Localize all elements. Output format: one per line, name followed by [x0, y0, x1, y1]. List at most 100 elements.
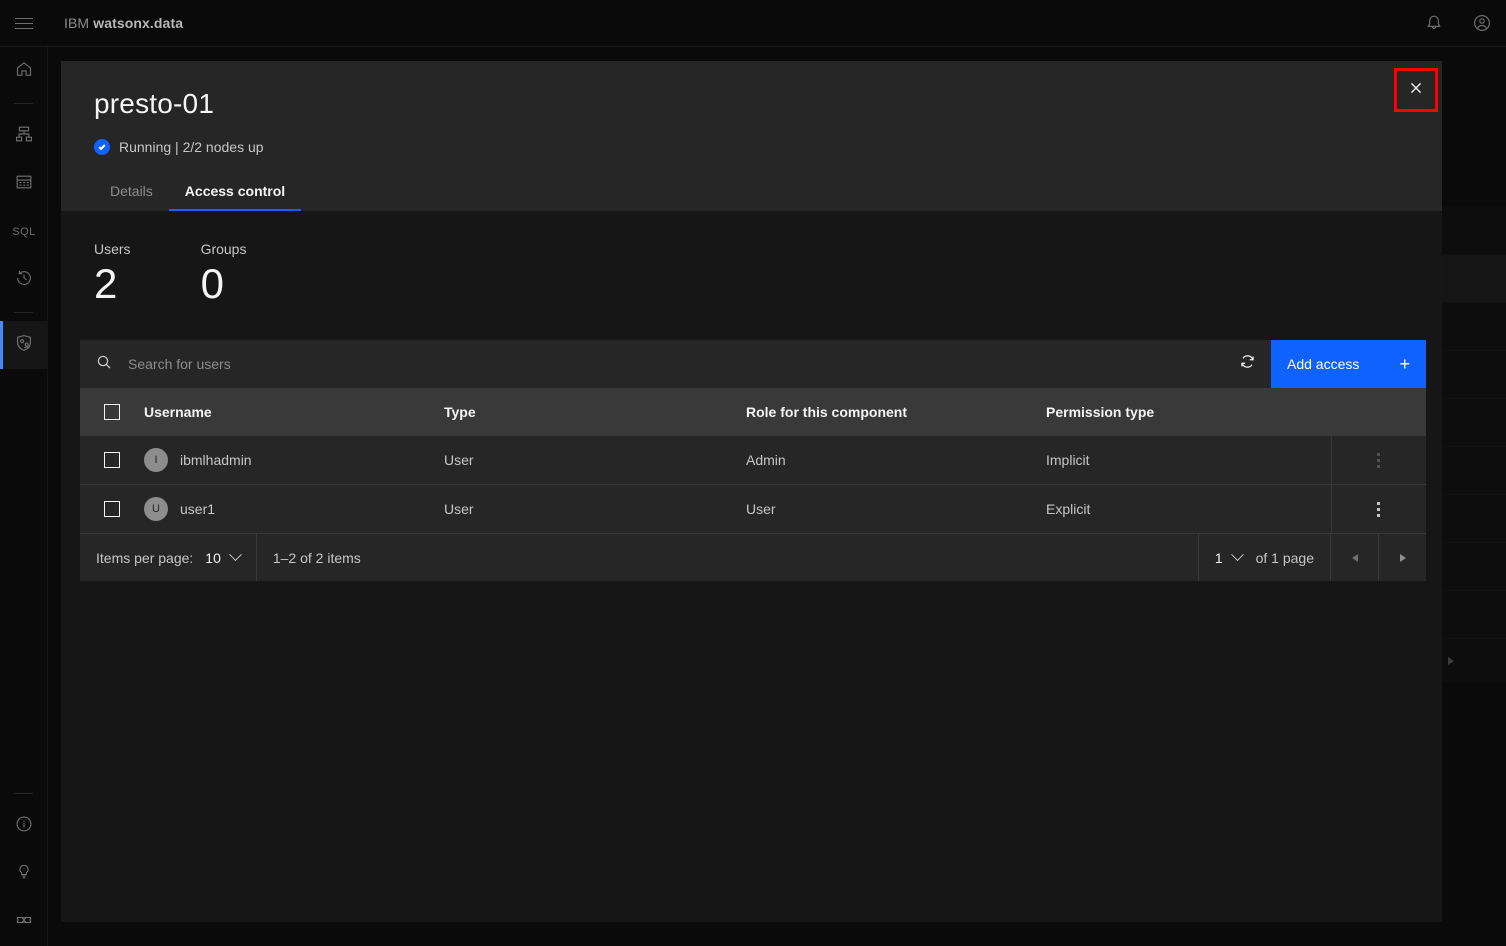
- infrastructure-icon: [14, 124, 34, 149]
- bell-icon[interactable]: [1410, 0, 1458, 47]
- sql-icon: SQL: [12, 226, 36, 238]
- previous-page-button[interactable]: [1330, 534, 1378, 581]
- cell-actions: [1330, 436, 1427, 485]
- overflow-menu-icon: [1377, 501, 1381, 517]
- column-header-type[interactable]: Type: [444, 388, 746, 436]
- lightbulb-icon: [14, 862, 34, 887]
- table-head: Username Type Role for this component Pe…: [80, 388, 1426, 436]
- column-header-actions: [1330, 388, 1426, 436]
- sidebar-item-support[interactable]: [0, 898, 48, 946]
- cell-permission: Explicit: [1046, 484, 1331, 533]
- sidebar-item-home[interactable]: [0, 47, 48, 95]
- home-icon: [14, 59, 34, 84]
- brand-name: watsonx.data: [93, 15, 184, 31]
- cell-type: User: [444, 484, 746, 533]
- cell-type: User: [444, 436, 746, 485]
- add-access-label: Add access: [1287, 356, 1360, 372]
- table-body: I ibmlhadmin User Admin Implicit U user1…: [80, 436, 1426, 533]
- search-icon: [96, 354, 112, 375]
- info-icon: [14, 814, 34, 839]
- top-navigation-bar: IBM watsonx.data: [0, 0, 1506, 47]
- table-row: U user1 User User Explicit: [80, 484, 1427, 533]
- table-header-row: Username Type Role for this component Pe…: [80, 388, 1426, 436]
- caret-left-icon: [1351, 553, 1358, 562]
- items-per-page-select[interactable]: 10: [205, 548, 242, 566]
- sidebar-item-tips[interactable]: [0, 850, 48, 898]
- overflow-menu-icon: [1377, 452, 1381, 468]
- left-nav-rail: SQL: [0, 47, 48, 946]
- cell-role: User: [746, 484, 1046, 533]
- items-per-page-value: 10: [205, 549, 221, 566]
- cell-username: I ibmlhadmin: [144, 436, 444, 485]
- chevron-down-icon: [228, 548, 242, 562]
- summary-users: Users 2: [94, 241, 131, 305]
- table-row: I ibmlhadmin User Admin Implicit: [80, 436, 1426, 485]
- select-all-checkbox[interactable]: [104, 404, 120, 420]
- row-overflow-button[interactable]: [1332, 485, 1427, 533]
- row-checkbox[interactable]: [104, 452, 120, 468]
- plus-icon: +: [1399, 354, 1410, 374]
- data-manager-icon: [14, 172, 34, 197]
- status-badge: Running | 2/2 nodes up: [94, 139, 264, 155]
- access-control-icon: [14, 333, 34, 358]
- rail-spacer: [0, 369, 47, 785]
- top-bar-actions: [1410, 0, 1506, 47]
- tab-access-control[interactable]: Access control: [168, 171, 302, 211]
- summary-groups-value: 0: [200, 260, 224, 307]
- pagination-bar: Items per page: 10 1–2 of 2 items 1 of 1…: [80, 533, 1426, 581]
- summary-users-label: Users: [94, 241, 131, 257]
- avatar: U: [144, 497, 168, 521]
- username-text: user1: [180, 501, 216, 517]
- caret-right-icon: [1448, 657, 1454, 665]
- page-total-text: of 1 page: [1255, 549, 1314, 566]
- cell-actions: [1330, 484, 1427, 533]
- sidebar-item-sql[interactable]: SQL: [0, 208, 48, 256]
- close-icon: [1408, 80, 1424, 101]
- tab-details[interactable]: Details: [94, 171, 169, 211]
- row-overflow-button[interactable]: [1332, 436, 1427, 484]
- sidebar-item-query-history[interactable]: [0, 256, 48, 304]
- sidebar-item-about[interactable]: [0, 802, 48, 850]
- summary-users-value: 2: [94, 260, 118, 307]
- search-input[interactable]: [128, 356, 1223, 372]
- pagination-range: 1–2 of 2 items: [272, 549, 361, 566]
- rail-divider-3: [14, 793, 33, 794]
- page-title: presto-01: [94, 88, 215, 119]
- support-icon: [14, 910, 34, 935]
- user-avatar-icon[interactable]: [1458, 0, 1506, 47]
- panel-tabs: Details Access control: [94, 171, 302, 211]
- items-per-page-group: Items per page: 10: [80, 534, 257, 581]
- column-header-role[interactable]: Role for this component: [746, 388, 1046, 436]
- sidebar-item-access-control[interactable]: [0, 321, 48, 369]
- table-toolbar: Add access +: [80, 340, 1426, 388]
- brand-prefix: IBM: [64, 15, 90, 31]
- cell-role: Admin: [746, 436, 1046, 485]
- select-all-cell: [80, 388, 144, 436]
- refresh-button[interactable]: [1223, 340, 1271, 388]
- hamburger-menu-icon[interactable]: [0, 0, 48, 47]
- column-header-permission[interactable]: Permission type: [1046, 388, 1331, 436]
- row-select-cell: [80, 484, 144, 533]
- checkmark-filled-icon: [94, 139, 110, 155]
- panel-header: presto-01 Running | 2/2 nodes up Details…: [61, 61, 1442, 211]
- access-table-card: Add access + Username Type Ro: [80, 340, 1426, 581]
- close-button[interactable]: [1394, 68, 1438, 112]
- summary-counts: Users 2 Groups 0: [94, 241, 246, 305]
- rail-divider: [14, 103, 33, 104]
- row-select-cell: [80, 436, 144, 485]
- column-header-username[interactable]: Username: [144, 388, 444, 436]
- row-checkbox[interactable]: [104, 501, 120, 517]
- summary-groups: Groups 0: [201, 241, 247, 305]
- add-access-button[interactable]: Add access +: [1271, 340, 1426, 388]
- chevron-down-icon: [1230, 548, 1244, 562]
- sidebar-item-infrastructure[interactable]: [0, 112, 48, 160]
- sidebar-item-data-manager[interactable]: [0, 160, 48, 208]
- caret-right-icon: [1399, 553, 1406, 562]
- page-select[interactable]: 1: [1215, 548, 1244, 566]
- cell-permission: Implicit: [1046, 436, 1331, 485]
- app-root: IBM watsonx.data SQL presto-01 Running |…: [0, 0, 1506, 946]
- cell-username: U user1: [144, 484, 444, 533]
- status-text: Running | 2/2 nodes up: [119, 139, 264, 155]
- next-page-button[interactable]: [1378, 534, 1426, 581]
- history-icon: [14, 268, 34, 293]
